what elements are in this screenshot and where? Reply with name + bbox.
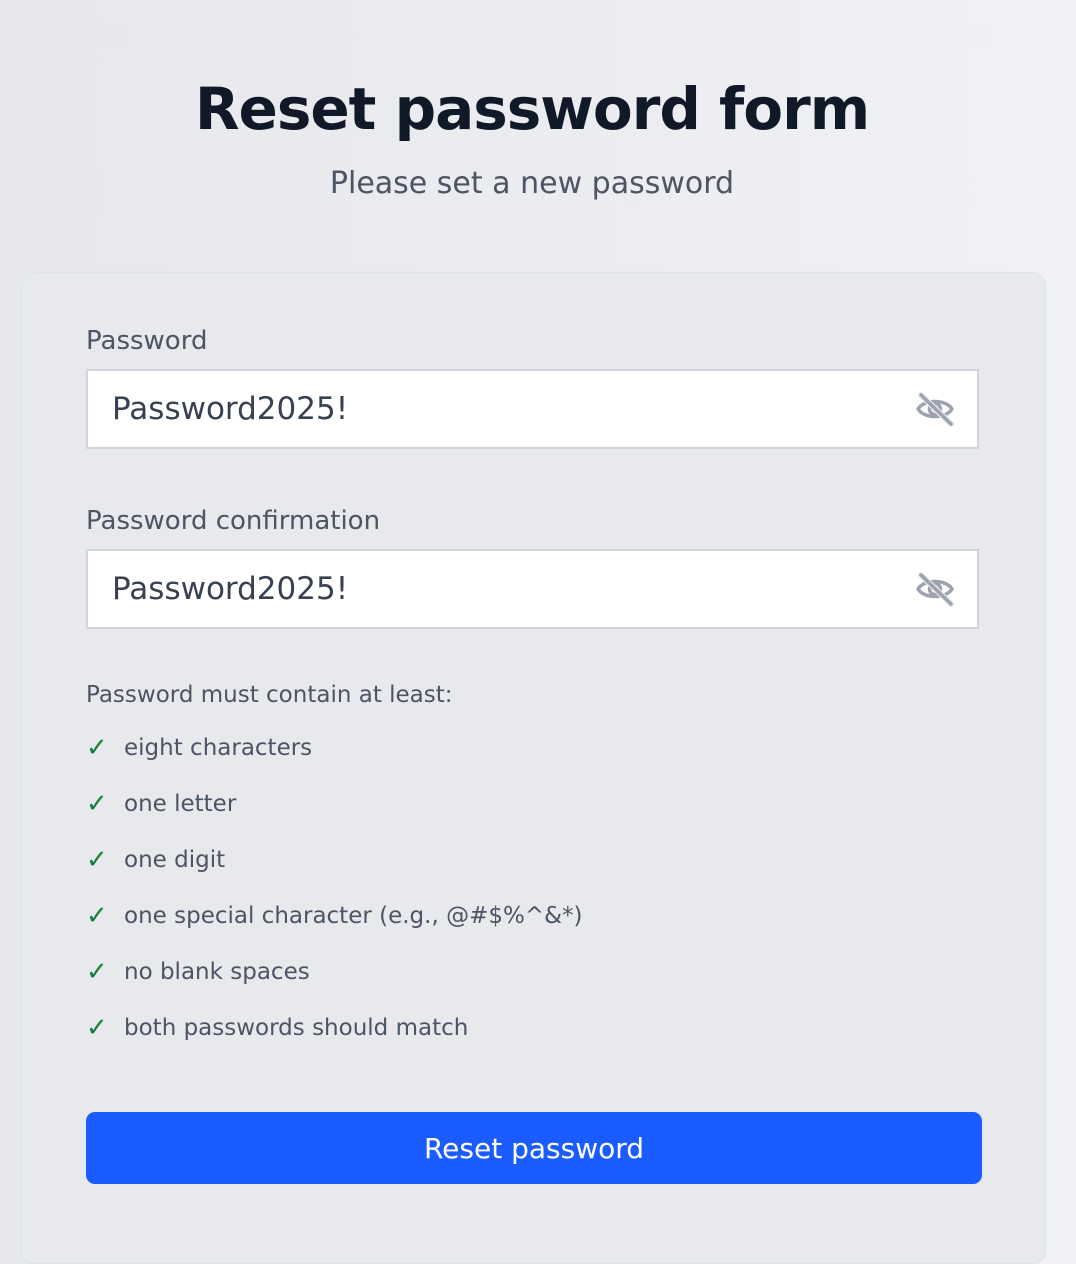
eye-slash-icon[interactable] [915, 571, 955, 607]
requirement-text: one digit [124, 847, 226, 873]
password-input[interactable] [112, 371, 892, 447]
reset-password-button[interactable]: Reset password [86, 1112, 982, 1184]
eye-slash-icon[interactable] [915, 391, 955, 427]
check-icon: ✓ [86, 1013, 108, 1043]
requirement-text: one letter [124, 791, 237, 817]
requirements-title: Password must contain at least: [86, 682, 453, 708]
password-confirmation-input[interactable] [112, 551, 892, 627]
password-label: Password [86, 326, 208, 356]
reset-password-card: Password Password confirmation Password … [21, 272, 1046, 1264]
requirement-text: one special character (e.g., @#$%^&*) [124, 903, 583, 929]
requirement-text: both passwords should match [124, 1015, 469, 1041]
requirement-item: ✓ both passwords should match [86, 1011, 468, 1045]
requirement-item: ✓ one special character (e.g., @#$%^&*) [86, 899, 583, 933]
requirement-text: no blank spaces [124, 959, 310, 985]
check-icon: ✓ [86, 789, 108, 819]
password-confirmation-label: Password confirmation [86, 506, 381, 536]
check-icon: ✓ [86, 733, 108, 763]
requirement-item: ✓ one letter [86, 787, 236, 821]
password-field [86, 369, 979, 449]
check-icon: ✓ [86, 901, 108, 931]
check-icon: ✓ [86, 957, 108, 987]
page-title: Reset password form [194, 75, 870, 143]
password-confirmation-field [86, 549, 979, 629]
requirement-item: ✓ one digit [86, 843, 225, 877]
page-subtitle: Please set a new password [329, 166, 735, 201]
requirement-item: ✓ no blank spaces [86, 955, 310, 989]
requirement-item: ✓ eight characters [86, 731, 312, 765]
check-icon: ✓ [86, 845, 108, 875]
requirement-text: eight characters [124, 735, 313, 761]
